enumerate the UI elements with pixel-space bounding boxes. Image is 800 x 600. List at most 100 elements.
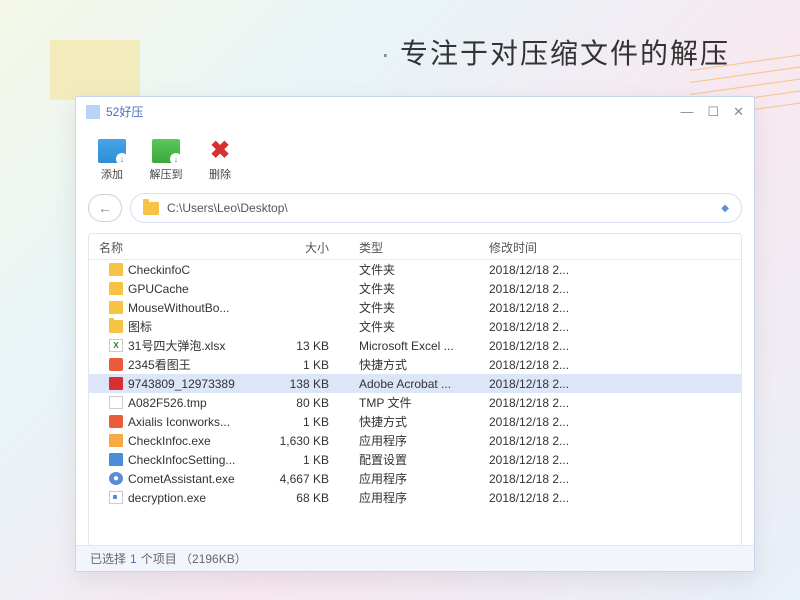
titlebar: 52好压 — ☐ ✕ bbox=[76, 97, 754, 127]
folder-icon bbox=[109, 301, 123, 314]
cell-type: 配置设置 bbox=[349, 451, 479, 468]
back-button[interactable]: ← bbox=[88, 194, 122, 222]
cell-date: 2018/12/18 2... bbox=[479, 301, 741, 315]
cell-type: 快捷方式 bbox=[349, 413, 479, 430]
cell-name: 图标 bbox=[89, 318, 244, 335]
add-button[interactable]: 添加 bbox=[88, 139, 136, 182]
cell-date: 2018/12/18 2... bbox=[479, 263, 741, 277]
col-type[interactable]: 类型 bbox=[349, 234, 479, 259]
cell-date: 2018/12/18 2... bbox=[479, 377, 741, 391]
cell-size: 1 KB bbox=[244, 453, 349, 467]
cell-date: 2018/12/18 2... bbox=[479, 453, 741, 467]
cell-name: A082F526.tmp bbox=[89, 396, 244, 410]
cell-name: GPUCache bbox=[89, 282, 244, 296]
cell-type: 文件夹 bbox=[349, 261, 479, 278]
add-icon bbox=[98, 139, 126, 163]
table-row[interactable]: ●CometAssistant.exe4,667 KB应用程序2018/12/1… bbox=[89, 469, 741, 488]
cell-date: 2018/12/18 2... bbox=[479, 491, 741, 505]
cell-size: 68 KB bbox=[244, 491, 349, 505]
extract-button[interactable]: 解压到 bbox=[142, 139, 190, 182]
cell-type: 应用程序 bbox=[349, 470, 479, 487]
cell-date: 2018/12/18 2... bbox=[479, 434, 741, 448]
tmp-icon bbox=[109, 396, 123, 409]
cell-name: 9743809_12973389 bbox=[89, 377, 244, 391]
cell-type: 应用程序 bbox=[349, 432, 479, 449]
folder-icon bbox=[109, 282, 123, 295]
path-text: C:\Users\Leo\Desktop\ bbox=[167, 201, 713, 215]
cell-date: 2018/12/18 2... bbox=[479, 320, 741, 334]
delete-icon: ✖ bbox=[206, 139, 234, 163]
folder-icon bbox=[109, 263, 123, 276]
table-row[interactable]: GPUCache文件夹2018/12/18 2... bbox=[89, 279, 741, 298]
folder-icon bbox=[143, 202, 159, 215]
col-date[interactable]: 修改时间 bbox=[479, 234, 741, 259]
exe2-icon bbox=[109, 453, 123, 466]
tagline: ·专注于对压缩文件的解压 bbox=[381, 32, 730, 72]
minimize-button[interactable]: — bbox=[680, 104, 693, 120]
col-size[interactable]: 大小 bbox=[244, 234, 349, 259]
app-icon bbox=[86, 105, 100, 119]
extract-icon bbox=[152, 139, 180, 163]
chevron-down-icon[interactable]: ◆ bbox=[721, 203, 729, 214]
cell-size: 13 KB bbox=[244, 339, 349, 353]
cell-size: 4,667 KB bbox=[244, 472, 349, 486]
cell-type: Adobe Acrobat ... bbox=[349, 377, 479, 391]
cell-size: 1,630 KB bbox=[244, 434, 349, 448]
cell-size: 1 KB bbox=[244, 415, 349, 429]
col-name[interactable]: 名称 bbox=[89, 234, 244, 259]
table-row[interactable]: 9743809_12973389138 KBAdobe Acrobat ...2… bbox=[89, 374, 741, 393]
cell-name: ●CometAssistant.exe bbox=[89, 472, 244, 486]
pdf-icon bbox=[109, 377, 123, 390]
maximize-button[interactable]: ☐ bbox=[707, 104, 719, 120]
cell-name: decryption.exe bbox=[89, 491, 244, 505]
list-header: 名称 大小 类型 修改时间 bbox=[89, 234, 741, 260]
cell-size: 1 KB bbox=[244, 358, 349, 372]
table-row[interactable]: Axialis Iconworks...1 KB快捷方式2018/12/18 2… bbox=[89, 412, 741, 431]
nav-row: ← C:\Users\Leo\Desktop\ ◆ bbox=[76, 189, 754, 227]
cell-type: Microsoft Excel ... bbox=[349, 339, 479, 353]
exe3-icon bbox=[109, 491, 123, 504]
table-row[interactable]: CheckinfoC 文件夹2018/12/18 2... bbox=[89, 260, 741, 279]
cell-date: 2018/12/18 2... bbox=[479, 472, 741, 486]
folder-icon bbox=[109, 320, 123, 333]
cell-type: 应用程序 bbox=[349, 489, 479, 506]
cell-name: 2345看图王 bbox=[89, 356, 244, 373]
cell-name: Axialis Iconworks... bbox=[89, 415, 244, 429]
file-list: 名称 大小 类型 修改时间 CheckinfoC文件夹2018/12/18 2.… bbox=[88, 233, 742, 555]
exe1-icon bbox=[109, 434, 123, 447]
cell-type: TMP 文件 bbox=[349, 394, 479, 411]
comet-icon: ● bbox=[109, 472, 123, 485]
cell-type: 文件夹 bbox=[349, 299, 479, 316]
cell-date: 2018/12/18 2... bbox=[479, 339, 741, 353]
table-row[interactable]: decryption.exe68 KB应用程序2018/12/18 2... bbox=[89, 488, 741, 507]
table-row[interactable]: 2345看图王1 KB快捷方式2018/12/18 2... bbox=[89, 355, 741, 374]
cell-date: 2018/12/18 2... bbox=[479, 415, 741, 429]
app-title: 52好压 bbox=[106, 103, 680, 120]
close-button[interactable]: ✕ bbox=[733, 104, 744, 120]
cell-name: X31号四大弹泡.xlsx bbox=[89, 337, 244, 354]
statusbar: 已选择 1 个项目 （2196KB） bbox=[76, 545, 754, 571]
cell-type: 文件夹 bbox=[349, 280, 479, 297]
excel-icon: X bbox=[109, 339, 123, 352]
app-window: 52好压 — ☐ ✕ 添加 解压到 ✖ 删除 ← C:\Users\Leo\De… bbox=[75, 96, 755, 572]
table-row[interactable]: X31号四大弹泡.xlsx13 KBMicrosoft Excel ...201… bbox=[89, 336, 741, 355]
table-row[interactable]: MouseWithoutBo... 文件夹2018/12/18 2... bbox=[89, 298, 741, 317]
cell-size: 80 KB bbox=[244, 396, 349, 410]
cell-date: 2018/12/18 2... bbox=[479, 396, 741, 410]
shortcut-icon bbox=[109, 358, 123, 371]
cell-name: CheckinfoC bbox=[89, 263, 244, 277]
shortcut-icon bbox=[109, 415, 123, 428]
table-row[interactable]: A082F526.tmp80 KBTMP 文件2018/12/18 2... bbox=[89, 393, 741, 412]
table-row[interactable]: 图标 文件夹2018/12/18 2... bbox=[89, 317, 741, 336]
cell-name: MouseWithoutBo... bbox=[89, 301, 244, 315]
cell-type: 快捷方式 bbox=[349, 356, 479, 373]
path-bar[interactable]: C:\Users\Leo\Desktop\ ◆ bbox=[130, 193, 742, 223]
cell-name: CheckInfoc.exe bbox=[89, 434, 244, 448]
table-row[interactable]: CheckInfoc.exe1,630 KB应用程序2018/12/18 2..… bbox=[89, 431, 741, 450]
cell-date: 2018/12/18 2... bbox=[479, 358, 741, 372]
delete-button[interactable]: ✖ 删除 bbox=[196, 139, 244, 182]
toolbar: 添加 解压到 ✖ 删除 bbox=[76, 127, 754, 189]
cell-name: CheckInfocSetting... bbox=[89, 453, 244, 467]
cell-type: 文件夹 bbox=[349, 318, 479, 335]
table-row[interactable]: CheckInfocSetting...1 KB配置设置2018/12/18 2… bbox=[89, 450, 741, 469]
